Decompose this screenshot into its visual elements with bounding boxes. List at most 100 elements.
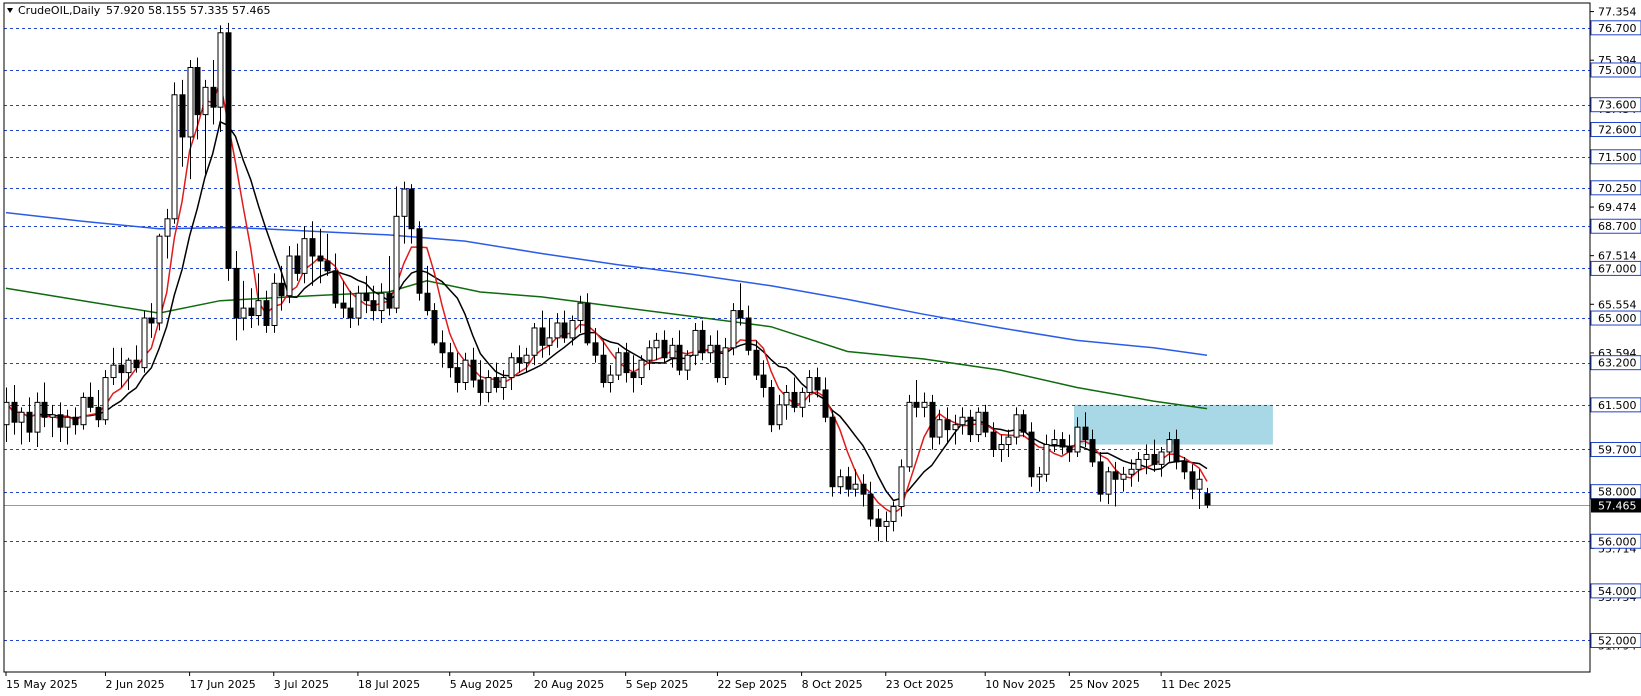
candle-body [944, 419, 951, 431]
candle-body [653, 339, 660, 349]
candle-body [470, 359, 477, 381]
candle-body [615, 352, 622, 376]
candle-body [424, 292, 431, 312]
candle-body [1082, 426, 1089, 441]
candle-body [194, 66, 201, 116]
candle-body [913, 401, 920, 408]
price-chart[interactable]: 77.35475.39473.43471.47469.47467.51465.5… [0, 0, 1641, 696]
candle-body [271, 282, 278, 326]
candle-body [1036, 473, 1043, 478]
candle-body [263, 300, 270, 326]
time-tick-label: 15 May 2025 [6, 678, 78, 691]
candle-body [57, 414, 64, 428]
candle-body [233, 267, 240, 319]
time-tick-label: 5 Sep 2025 [626, 678, 689, 691]
candle-body [102, 377, 109, 421]
candle-body [1066, 446, 1073, 453]
candle [225, 22, 232, 281]
candle-body [722, 347, 729, 379]
candle-body [1143, 453, 1150, 460]
candle-body [64, 416, 71, 428]
candle-body [187, 66, 194, 138]
candle-body [692, 329, 699, 356]
candle-body [661, 339, 668, 359]
candle-body [370, 300, 377, 312]
candle-body [1135, 458, 1142, 470]
time-tick-label: 17 Jun 2025 [190, 678, 256, 691]
candle-body [768, 386, 775, 426]
candle-body [952, 424, 959, 431]
candle [80, 392, 87, 430]
symbol-title: CrudeOIL,Daily [18, 4, 101, 17]
candle-body [630, 372, 637, 379]
candle-body [1112, 471, 1119, 480]
candle-body [217, 32, 224, 108]
level-tag-label: 56.000 [1598, 535, 1637, 548]
time-tick-label: 3 Jul 2025 [274, 678, 329, 691]
candle-body [1181, 461, 1188, 473]
time-tick-label: 10 Nov 2025 [985, 678, 1055, 691]
candle-body [1097, 461, 1104, 495]
candle-body [837, 476, 844, 488]
candle-body [906, 401, 913, 468]
candle-body [959, 416, 966, 426]
candle-body [164, 218, 171, 237]
candle-body [890, 506, 897, 522]
level-tag-label: 52.000 [1598, 634, 1637, 647]
candle-body [11, 401, 18, 423]
level-tag-label: 73.600 [1598, 99, 1637, 112]
candle-body [447, 352, 454, 369]
candle-body [355, 292, 362, 319]
candle-body [1158, 451, 1165, 465]
candle-body [936, 419, 943, 438]
candle-body [1196, 478, 1203, 490]
candle [906, 394, 913, 472]
candle-body [516, 357, 523, 364]
time-tick-label: 2 Jun 2025 [105, 678, 164, 691]
candle-body [87, 396, 94, 408]
time-tick-label: 22 Sep 2025 [717, 678, 787, 691]
candle-body [669, 344, 676, 359]
ohlc-readout: 57.920 58.155 57.335 57.465 [106, 4, 270, 17]
price-tick-label: 69.474 [1598, 201, 1637, 214]
candle-body [500, 377, 507, 388]
candle-body [393, 215, 400, 309]
candle-body [875, 518, 882, 527]
candle-body [592, 342, 599, 356]
candle-body [783, 391, 790, 406]
candle-body [477, 379, 484, 393]
level-tag-label: 76.700 [1598, 22, 1637, 35]
candle-body [967, 416, 974, 436]
candle-body [110, 364, 117, 379]
candle-body [171, 94, 178, 220]
candle-body [439, 342, 446, 354]
supply-zone-group [1074, 404, 1273, 445]
candle-body [814, 377, 821, 391]
candle-body [699, 329, 706, 354]
time-tick-label: 25 Nov 2025 [1069, 678, 1139, 691]
candle-body [378, 292, 385, 312]
level-tag-label: 70.250 [1598, 182, 1637, 195]
candle [156, 233, 163, 331]
candle-body [118, 364, 125, 374]
candle [102, 370, 109, 425]
candle-body [80, 396, 87, 426]
candle-body [294, 255, 301, 274]
candle-body [1005, 436, 1012, 446]
candle-body [1028, 431, 1035, 478]
candle-body [508, 357, 515, 379]
candle-body [737, 310, 744, 319]
level-tag-label: 58.000 [1598, 486, 1637, 499]
candle-body [745, 317, 752, 351]
candle-body [561, 322, 568, 339]
candle-body [569, 320, 576, 339]
candle [730, 303, 737, 356]
candle-body [546, 337, 553, 346]
candle-body [133, 359, 140, 369]
candle-body [730, 310, 737, 349]
candle-body [347, 307, 354, 319]
candle-body [324, 260, 331, 272]
candle-body [684, 354, 691, 371]
candle-body [72, 416, 79, 426]
candle-body [141, 317, 148, 369]
